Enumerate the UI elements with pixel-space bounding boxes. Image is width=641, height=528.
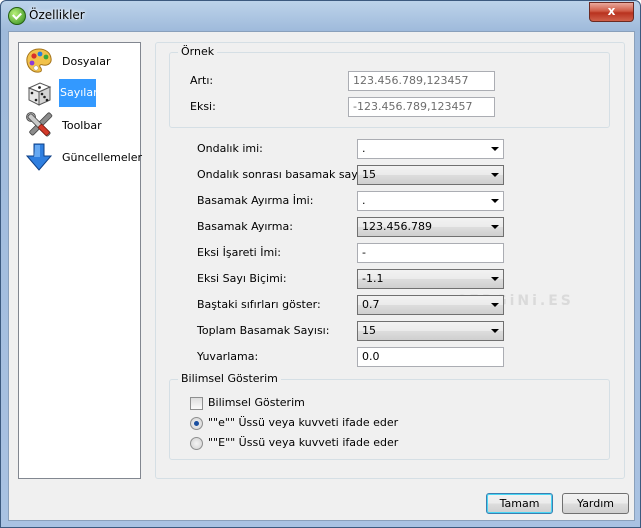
decimal-sep-select[interactable]: . bbox=[357, 139, 504, 159]
chevron-down-icon bbox=[491, 173, 499, 177]
tools-icon bbox=[26, 112, 53, 137]
radio-uppercase-e[interactable] bbox=[190, 437, 203, 450]
chevron-down-icon bbox=[491, 329, 499, 333]
decimal-places-select[interactable]: 15 bbox=[357, 165, 504, 185]
window-title: Özellikler bbox=[29, 8, 85, 22]
neg-sign-label: Eksi İşareti İmi: bbox=[197, 246, 281, 259]
close-button[interactable]: x bbox=[589, 2, 634, 22]
grouping-select[interactable]: 123.456.789 bbox=[357, 217, 504, 237]
dialog-client-area: Dosyalar Sayılar Toolbar Güncellemeler C… bbox=[8, 31, 635, 521]
decimal-sep-value: . bbox=[362, 142, 366, 155]
sidebar-item-guncellemeler[interactable]: Güncellemeler bbox=[21, 142, 142, 172]
rounding-label: Yuvarlama: bbox=[197, 350, 259, 363]
group-sep-select[interactable]: . bbox=[357, 191, 504, 211]
rounding-input[interactable]: 0.0 bbox=[357, 347, 504, 367]
download-arrow-icon bbox=[25, 143, 53, 171]
neg-sign-input[interactable]: - bbox=[357, 243, 504, 263]
negative-example-field: -123.456.789,123457 bbox=[348, 97, 495, 117]
chevron-down-icon bbox=[491, 147, 499, 151]
palette-icon bbox=[26, 48, 52, 73]
neg-format-select[interactable]: -1.1 bbox=[357, 269, 504, 289]
decimal-places-value: 15 bbox=[362, 168, 376, 181]
sidebar-item-label: Sayılar bbox=[59, 79, 98, 107]
scientific-group: Bilimsel Gösterim Bilimsel Gösterim ""e"… bbox=[169, 372, 610, 460]
radio-uppercase-e-label[interactable]: ""E"" Üssü veya kuvveti ifade eder bbox=[208, 436, 398, 449]
example-legend: Örnek bbox=[178, 45, 218, 58]
title-bar[interactable]: Özellikler x bbox=[1, 1, 640, 31]
scientific-checkbox-label[interactable]: Bilimsel Gösterim bbox=[208, 396, 305, 409]
scientific-checkbox[interactable] bbox=[190, 397, 203, 410]
decimal-sep-label: Ondalık imi: bbox=[197, 142, 263, 155]
sidebar-item-label: Dosyalar bbox=[62, 55, 111, 68]
positive-example-field: 123.456.789,123457 bbox=[348, 71, 495, 91]
help-button[interactable]: Yardım bbox=[562, 493, 629, 514]
chevron-down-icon bbox=[491, 277, 499, 281]
sidebar-item-dosyalar[interactable]: Dosyalar bbox=[21, 46, 138, 76]
category-list: Dosyalar Sayılar Toolbar Güncellemeler bbox=[18, 42, 142, 479]
neg-format-label: Eksi Sayı Biçimi: bbox=[197, 272, 287, 285]
grouping-label: Basamak Ayırma: bbox=[197, 220, 293, 233]
sidebar-item-sayilar[interactable]: Sayılar bbox=[21, 78, 138, 108]
app-check-icon bbox=[8, 7, 26, 25]
sidebar-item-toolbar[interactable]: Toolbar bbox=[21, 110, 138, 140]
chevron-down-icon bbox=[491, 303, 499, 307]
decimal-places-label: Ondalık sonrası basamak sayısı: bbox=[197, 168, 374, 181]
leading-zero-select[interactable]: 0.7 bbox=[357, 295, 504, 315]
neg-format-value: -1.1 bbox=[362, 272, 384, 285]
sidebar-item-label: Güncellemeler bbox=[62, 151, 142, 164]
numbers-settings-panel: CEPGiNi.ES Örnek Artı: 123.456.789,12345… bbox=[155, 42, 625, 479]
total-digits-label: Toplam Basamak Sayısı: bbox=[197, 324, 330, 337]
total-digits-value: 15 bbox=[362, 324, 376, 337]
scientific-legend: Bilimsel Gösterim bbox=[178, 372, 281, 385]
negative-label: Eksi: bbox=[190, 100, 216, 113]
leading-zero-value: 0.7 bbox=[362, 298, 380, 311]
radio-lowercase-e[interactable] bbox=[190, 417, 203, 430]
properties-window: Özellikler x Dosyalar Sayılar Toolbar Gü… bbox=[0, 0, 641, 528]
leading-zero-label: Baştaki sıfırları göster: bbox=[197, 298, 321, 311]
chevron-down-icon bbox=[491, 225, 499, 229]
chevron-down-icon bbox=[491, 199, 499, 203]
radio-lowercase-e-label[interactable]: ""e"" Üssü veya kuvveti ifade eder bbox=[208, 416, 398, 429]
grouping-value: 123.456.789 bbox=[362, 220, 432, 233]
positive-label: Artı: bbox=[190, 74, 214, 87]
sidebar-item-label: Toolbar bbox=[62, 119, 102, 132]
group-sep-value: . bbox=[362, 194, 366, 207]
ok-button[interactable]: Tamam bbox=[486, 493, 553, 514]
group-sep-label: Basamak Ayırma İmi: bbox=[197, 194, 314, 207]
dice-icon bbox=[27, 82, 52, 106]
example-group: Örnek Artı: 123.456.789,123457 Eksi: -12… bbox=[169, 45, 610, 128]
total-digits-select[interactable]: 15 bbox=[357, 321, 504, 341]
